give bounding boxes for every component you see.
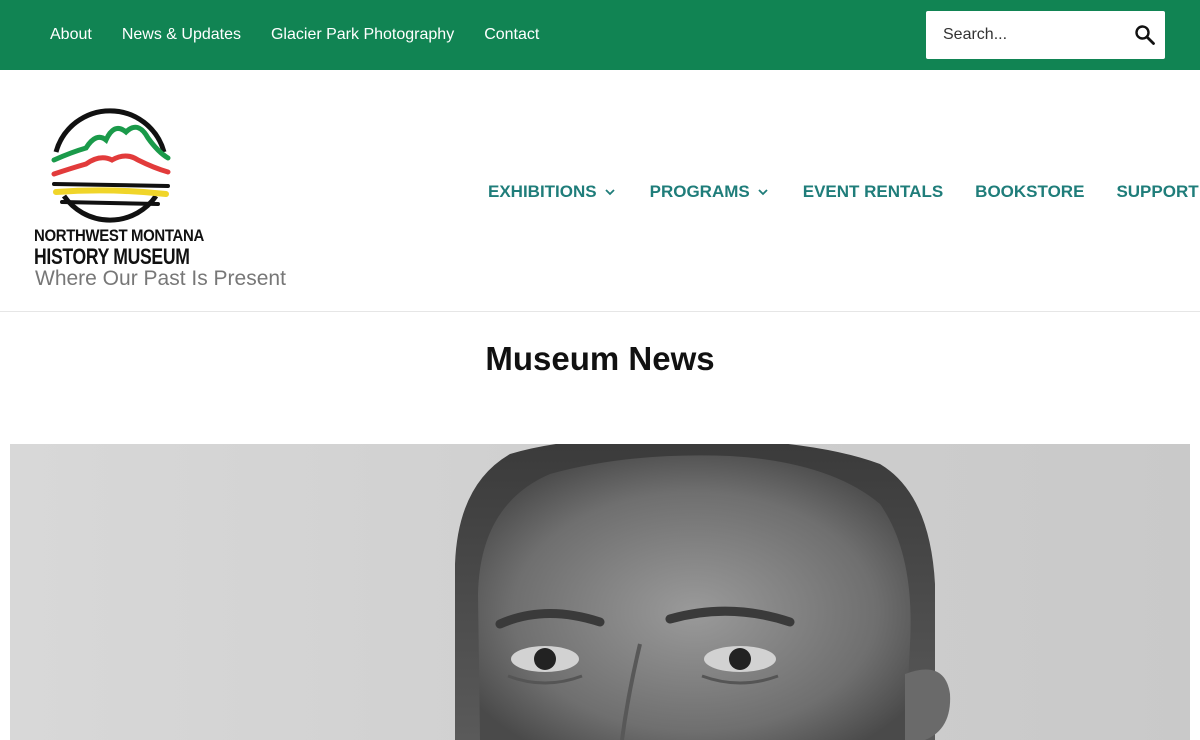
search-box — [926, 11, 1165, 59]
main-nav-exhibitions-label: EXHIBITIONS — [488, 182, 597, 201]
search-input[interactable] — [926, 11, 1126, 59]
top-nav-glacier-park-photography-link[interactable]: Glacier Park Photography — [271, 26, 454, 44]
portrait-photo-image — [10, 444, 1190, 740]
chevron-down-icon — [604, 189, 615, 196]
main-nav-bookstore-label: BOOKSTORE — [975, 182, 1085, 201]
main-nav-support[interactable]: SUPPORT — [1116, 182, 1198, 202]
main-nav-exhibitions[interactable]: EXHIBITIONS — [488, 182, 618, 202]
search-button[interactable] — [1133, 23, 1157, 47]
museum-logo[interactable]: NORTHWEST MONTANA HISTORY MUSEUM — [34, 100, 204, 269]
magnifier-icon — [1135, 25, 1155, 45]
site-tagline: Where Our Past Is Present — [35, 267, 286, 290]
top-nav-about-link[interactable]: About — [50, 26, 92, 44]
top-bar: About News & Updates Glacier Park Photog… — [0, 0, 1200, 70]
main-nav-event-rentals-label: EVENT RENTALS — [802, 182, 944, 201]
main-nav-support-label: SUPPORT — [1116, 182, 1199, 201]
top-nav-news-updates-link[interactable]: News & Updates — [122, 26, 241, 44]
site-header: NORTHWEST MONTANA HISTORY MUSEUM Where O… — [0, 70, 1200, 312]
main-nav-event-rentals[interactable]: EVENT RENTALS — [803, 182, 943, 202]
chevron-down-icon — [758, 189, 768, 196]
top-nav-contact-link[interactable]: Contact — [484, 26, 539, 44]
top-nav: About News & Updates Glacier Park Photog… — [50, 0, 569, 70]
main-nav-programs[interactable]: PROGRAMS — [650, 182, 771, 202]
logo-mountain-emblem-icon — [51, 108, 171, 223]
main-nav-bookstore[interactable]: BOOKSTORE — [975, 182, 1084, 202]
main-nav-programs-label: PROGRAMS — [649, 182, 750, 201]
logo-wordmark-line1: NORTHWEST MONTANA — [34, 226, 204, 245]
page-title: Museum News — [485, 340, 715, 377]
main-nav: EXHIBITIONS PROGRAMS EVENT RENTALS BOOKS… — [488, 179, 1199, 205]
featured-news-photo[interactable] — [10, 444, 1190, 740]
